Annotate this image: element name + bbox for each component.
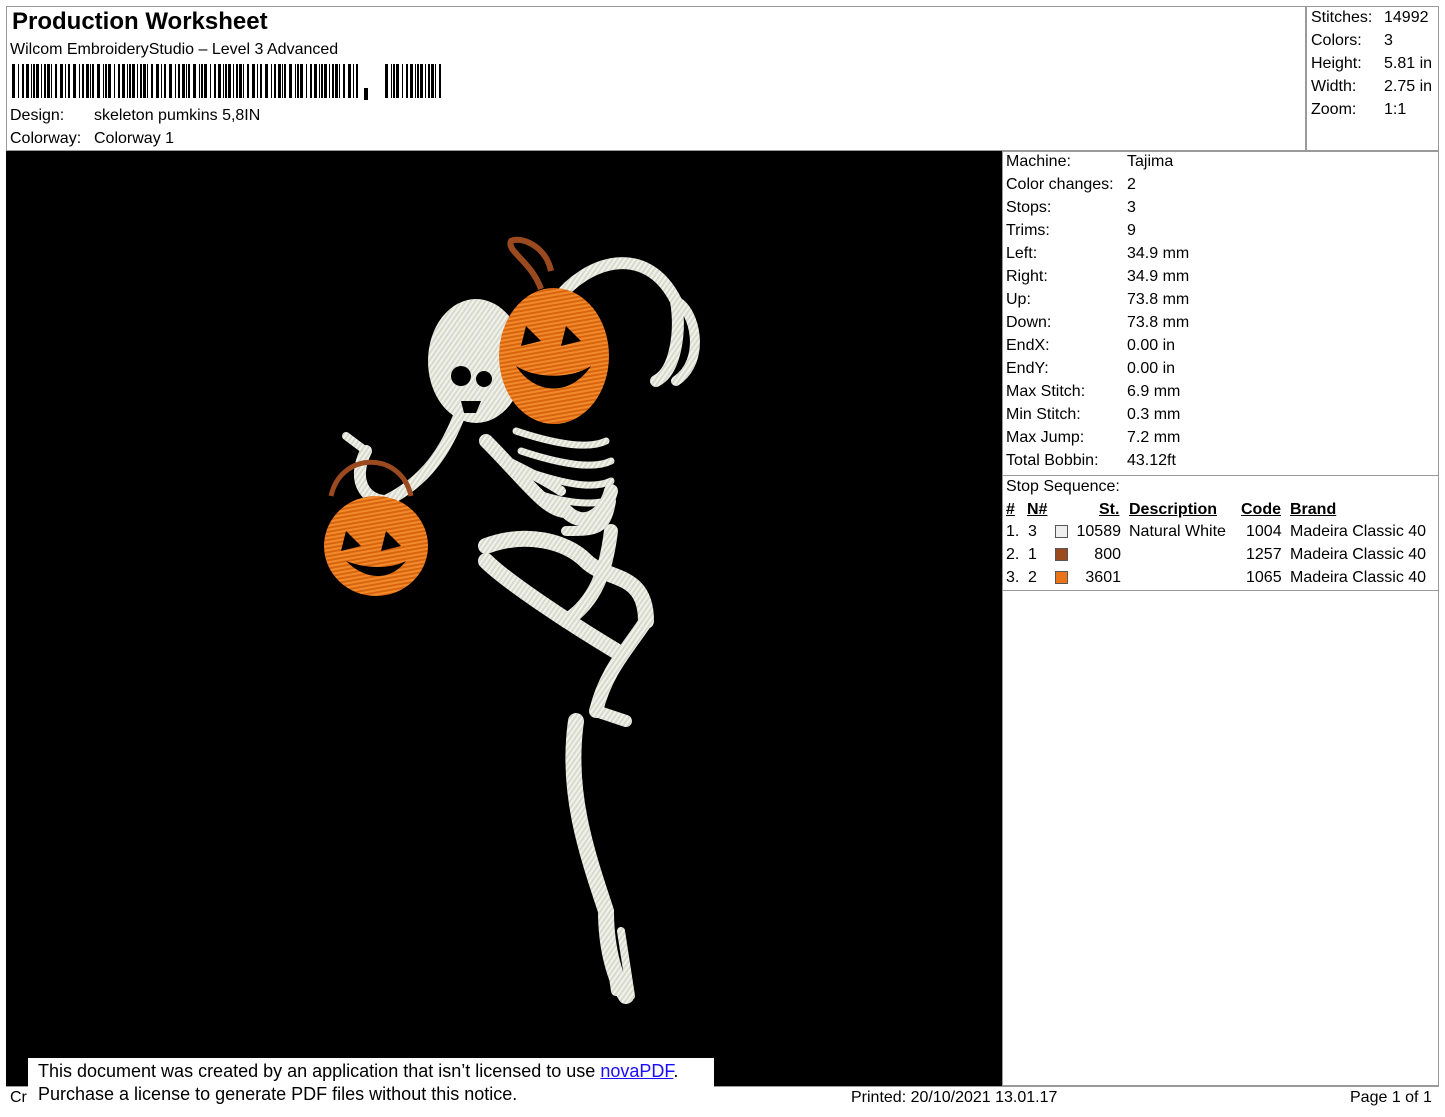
row-num: 3. <box>1006 569 1020 586</box>
row-stitches: 3601 <box>1085 569 1121 586</box>
col-header-code: Code <box>1241 501 1281 518</box>
row-brand: Madeira Classic 40 <box>1290 546 1427 563</box>
machine-info-label: Stops: <box>1006 199 1052 216</box>
summary-value: 2.75 in <box>1384 78 1433 95</box>
row-brand: Madeira Classic 40 <box>1290 569 1427 586</box>
divider <box>1002 590 1439 591</box>
notice-line1-end: . <box>673 1061 679 1081</box>
summary-value: 5.81 in <box>1384 55 1433 72</box>
summary-label: Height: <box>1311 55 1362 72</box>
machine-info-label: Machine: <box>1006 153 1071 170</box>
summary-label: Zoom: <box>1311 101 1357 118</box>
thread-color-swatch <box>1055 571 1068 584</box>
divider <box>1002 475 1439 476</box>
machine-info-value: 9 <box>1127 222 1136 239</box>
summary-value: 1:1 <box>1384 101 1407 118</box>
machine-info-label: Down: <box>1006 314 1052 331</box>
col-header-needle: N# <box>1027 501 1048 518</box>
summary-label: Colors: <box>1311 32 1362 49</box>
colorway-label: Colorway: <box>10 130 82 147</box>
thread-color-swatch <box>1055 548 1068 561</box>
machine-info-value: 0.00 in <box>1127 360 1176 377</box>
row-needle: 1 <box>1028 546 1037 563</box>
row-needle: 3 <box>1028 523 1037 540</box>
stop-sequence-title: Stop Sequence: <box>1006 478 1120 495</box>
info-panel <box>1002 151 1439 1086</box>
row-num: 1. <box>1006 523 1020 540</box>
embroidery-design-image <box>324 236 700 1004</box>
design-label: Design: <box>10 107 65 124</box>
thread-color-swatch <box>1055 525 1068 538</box>
row-brand: Madeira Classic 40 <box>1290 523 1427 540</box>
notice-line1: This document was created by an applicat… <box>38 1061 601 1081</box>
machine-info-value: 6.9 mm <box>1127 383 1181 400</box>
row-code: 1065 <box>1246 569 1282 586</box>
row-code: 1257 <box>1246 546 1282 563</box>
machine-info-value: 34.9 mm <box>1127 245 1190 262</box>
machine-info-value: 73.8 mm <box>1127 291 1190 308</box>
row-needle: 2 <box>1028 569 1037 586</box>
machine-info-label: Total Bobbin: <box>1006 452 1099 469</box>
notice-line2: Purchase a license to generate PDF files… <box>38 1084 518 1104</box>
design-value: skeleton pumkins 5,8IN <box>94 107 261 124</box>
col-header-num: # <box>1006 501 1015 518</box>
machine-info-label: Trims: <box>1006 222 1050 239</box>
design-preview <box>6 151 1002 1086</box>
col-header-stitches: St. <box>1099 501 1120 518</box>
machine-info-value: 2 <box>1127 176 1136 193</box>
page-number: Page 1 of 1 <box>1350 1089 1432 1106</box>
summary-label: Stitches: <box>1311 9 1373 26</box>
machine-info-label: Right: <box>1006 268 1048 285</box>
app-subtitle: Wilcom EmbroideryStudio – Level 3 Advanc… <box>10 41 339 58</box>
printed-timestamp: Printed: 20/10/2021 13.01.17 <box>851 1089 1058 1106</box>
machine-info-label: Up: <box>1006 291 1031 308</box>
machine-info-value: 0.00 in <box>1127 337 1176 354</box>
row-num: 2. <box>1006 546 1020 563</box>
barcode-image <box>12 64 441 100</box>
row-code: 1004 <box>1246 523 1282 540</box>
license-notice: This document was created by an applicat… <box>28 1058 714 1114</box>
machine-info-value: 0.3 mm <box>1127 406 1181 423</box>
summary-value: 14992 <box>1384 9 1429 26</box>
machine-info-label: Left: <box>1006 245 1038 262</box>
page-title: Production Worksheet <box>12 8 268 35</box>
machine-info-label: Min Stitch: <box>1006 406 1081 423</box>
machine-info-label: EndX: <box>1006 337 1050 354</box>
colorway-value: Colorway 1 <box>94 130 175 147</box>
novapdf-link[interactable]: novaPDF <box>600 1061 673 1081</box>
footer-partial-text: Cr <box>10 1089 27 1106</box>
machine-info-label: EndY: <box>1006 360 1049 377</box>
row-stitches: 800 <box>1094 546 1121 563</box>
machine-info-label: Max Stitch: <box>1006 383 1086 400</box>
col-header-brand: Brand <box>1290 501 1337 518</box>
machine-info-value: 7.2 mm <box>1127 429 1181 446</box>
machine-info-value: 73.8 mm <box>1127 314 1190 331</box>
summary-value: 3 <box>1384 32 1393 49</box>
row-description: Natural White <box>1129 523 1226 540</box>
col-header-description: Description <box>1129 501 1218 518</box>
row-stitches: 10589 <box>1076 523 1122 540</box>
machine-info-label: Color changes: <box>1006 176 1114 193</box>
machine-info-label: Max Jump: <box>1006 429 1085 446</box>
machine-info-value: 34.9 mm <box>1127 268 1190 285</box>
machine-info-value: 43.12ft <box>1127 452 1176 469</box>
machine-info-value: Tajima <box>1127 153 1174 170</box>
summary-label: Width: <box>1311 78 1357 95</box>
machine-info-value: 3 <box>1127 199 1136 216</box>
